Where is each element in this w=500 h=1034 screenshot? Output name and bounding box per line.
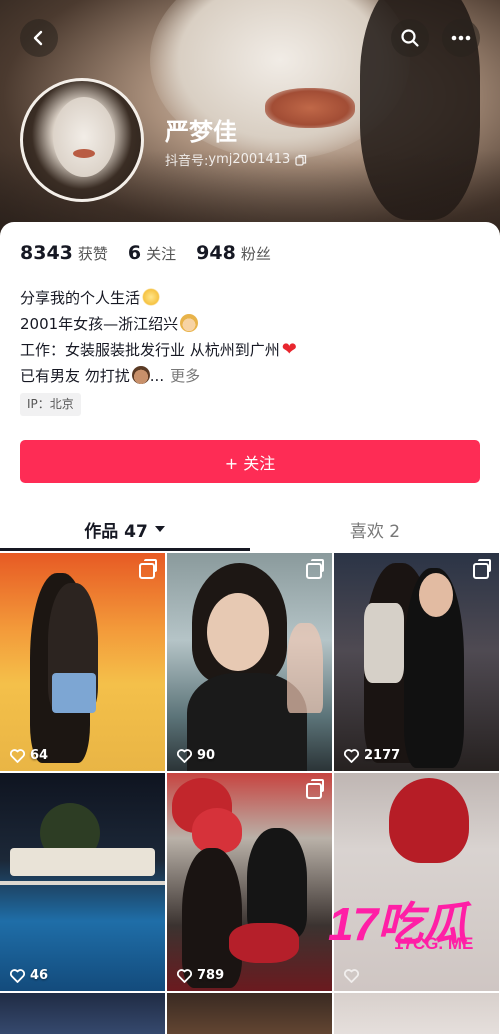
- heart-outline-icon: [177, 748, 192, 763]
- tile-poolside: [0, 881, 165, 885]
- video-likes-count: 90: [197, 748, 216, 763]
- stat-likes-label: 获赞: [77, 245, 108, 263]
- video-likes: 90: [177, 748, 215, 763]
- heart-balloon: [192, 808, 242, 853]
- watermark-small: 17CG. ME: [394, 934, 474, 953]
- multi-image-icon: [473, 559, 491, 579]
- heart-outline-icon: [10, 968, 25, 983]
- video-tile[interactable]: 90: [167, 553, 332, 771]
- bio-more-link[interactable]: 更多: [170, 367, 200, 385]
- profile-name: 严梦佳: [165, 118, 237, 146]
- douyin-id-label: 抖音号:: [165, 154, 209, 169]
- tile-face: [419, 573, 453, 617]
- tile-person: [247, 828, 307, 938]
- sparkle-icon: [142, 288, 161, 306]
- bio-line-2-text: 2001年女孩—浙江绍兴: [20, 315, 179, 333]
- bio-ellipsis: ...: [149, 367, 165, 385]
- video-likes: 64: [10, 748, 48, 763]
- bio-line-1: 分享我的个人生活: [20, 285, 297, 311]
- watermark-logo: 17吃瓜 17CG. ME: [328, 888, 498, 960]
- bio: 分享我的个人生活 2001年女孩—浙江绍兴 工作：女装服装批发行业 从杭州到广州…: [20, 285, 297, 389]
- stat-followers[interactable]: 948 粉丝: [196, 242, 271, 264]
- stat-following-label: 关注: [146, 245, 177, 263]
- search-icon: [401, 29, 419, 47]
- tile-roses: [229, 923, 299, 963]
- avatar[interactable]: [20, 78, 144, 202]
- more-icon: [451, 35, 471, 41]
- tab-works[interactable]: 作品 47: [0, 507, 250, 551]
- heart-outline-icon: [10, 748, 25, 763]
- avatar-face: [53, 97, 115, 177]
- tab-works-label: 作品 47: [84, 521, 148, 542]
- tile-face: [207, 593, 269, 671]
- multi-image-icon: [306, 779, 324, 799]
- ip-location-tag: IP：北京: [20, 393, 81, 416]
- tile-shirt: [364, 603, 404, 683]
- more-button[interactable]: [442, 19, 480, 57]
- video-tile[interactable]: 2177: [334, 553, 499, 771]
- triangle-down-icon: [154, 526, 165, 532]
- stat-followers-num: 948: [196, 242, 236, 264]
- girl-emoji-icon: [180, 314, 199, 332]
- search-button[interactable]: [391, 19, 429, 57]
- bio-line-3-text: 工作：女装服装批发行业 从杭州到广州: [20, 341, 280, 359]
- back-icon: [33, 30, 43, 46]
- heart-emoji-icon: ❤: [281, 339, 297, 360]
- video-likes: 789: [177, 968, 224, 983]
- profile-tabs: 作品 47 喜欢 2: [0, 507, 500, 551]
- tile-cabana: [10, 848, 155, 876]
- video-tile[interactable]: 46: [0, 773, 165, 991]
- heart-outline-icon: [344, 969, 359, 983]
- stat-following-num: 6: [127, 242, 142, 264]
- stat-followers-label: 粉丝: [240, 245, 271, 263]
- douyin-id[interactable]: 抖音号: ymj2001413: [165, 150, 307, 169]
- tab-likes[interactable]: 喜欢 2: [250, 507, 500, 551]
- video-likes-count: 2177: [364, 748, 401, 763]
- douyin-id-value: ymj2001413: [208, 152, 291, 167]
- follow-button[interactable]: + 关注: [20, 440, 480, 483]
- heart-balloon: [389, 778, 469, 863]
- tab-indicator: [0, 548, 250, 551]
- tile-shorts: [52, 673, 96, 713]
- video-likes-count: 789: [197, 968, 225, 983]
- cover-lips: [265, 88, 355, 128]
- stat-likes[interactable]: 8343 获赞: [20, 242, 108, 264]
- back-button[interactable]: [20, 19, 58, 57]
- bio-line-4-text: 已有男友 勿打扰: [20, 367, 130, 385]
- video-tile[interactable]: [0, 993, 165, 1034]
- multi-image-icon: [306, 559, 324, 579]
- bio-line-2: 2001年女孩—浙江绍兴: [20, 311, 297, 337]
- stats-row: 8343 获赞 6 关注 948 粉丝: [20, 242, 291, 264]
- video-tile[interactable]: 789: [167, 773, 332, 991]
- video-likes-count: 46: [30, 968, 49, 983]
- heart-outline-icon: [177, 968, 192, 983]
- tile-person: [182, 848, 242, 988]
- video-tile[interactable]: [167, 993, 332, 1034]
- bio-line-1-text: 分享我的个人生活: [20, 289, 141, 307]
- stat-following[interactable]: 6 关注: [128, 242, 176, 264]
- man-emoji-icon: [131, 366, 150, 384]
- video-tile[interactable]: [334, 993, 499, 1034]
- video-tile[interactable]: 64: [0, 553, 165, 771]
- video-likes: 46: [10, 968, 48, 983]
- copy-icon[interactable]: [295, 154, 307, 166]
- bio-line-3: 工作：女装服装批发行业 从杭州到广州 ❤: [20, 337, 297, 363]
- video-likes-count: 64: [30, 748, 49, 763]
- avatar-lips: [73, 149, 95, 158]
- tile-glass: [287, 623, 323, 713]
- heart-outline-icon: [344, 748, 359, 763]
- video-likes: [344, 969, 359, 983]
- stat-likes-num: 8343: [20, 242, 73, 264]
- video-likes: 2177: [344, 748, 400, 763]
- multi-image-icon: [139, 559, 157, 579]
- bio-line-4: 已有男友 勿打扰... 更多: [20, 363, 297, 389]
